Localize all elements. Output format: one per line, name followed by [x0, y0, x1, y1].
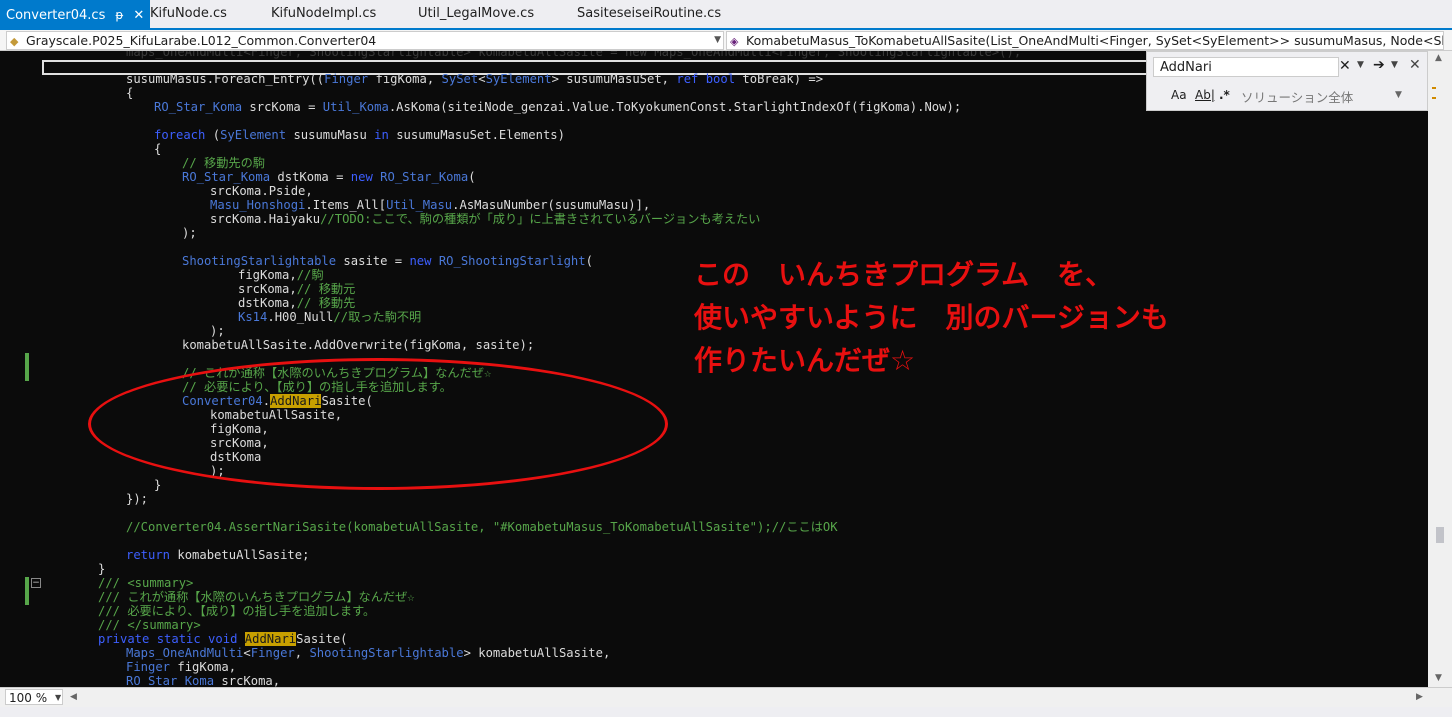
change-marker: [25, 577, 29, 605]
find-widget: AddNari ✕ ▼ ➔ ▼ ✕ Aa Ab| .* ソリューション全体 ▼: [1146, 51, 1428, 111]
chevron-down-icon[interactable]: ▼: [1391, 60, 1398, 70]
close-icon[interactable]: ✕: [133, 8, 144, 23]
code-line: {: [154, 142, 162, 156]
search-scope-dropdown[interactable]: ソリューション全体: [1241, 87, 1353, 106]
annotation-line: 使いやすいように 別のバージョンも: [694, 301, 1169, 334]
code-line: //Converter04.AssertNariSasite(komabetuA…: [126, 520, 838, 534]
code-line: /// </summary>: [98, 618, 201, 632]
pin-icon[interactable]: ᵽ: [115, 8, 123, 22]
vertical-scrollbar[interactable]: ▲ ▼: [1428, 51, 1452, 687]
tab-kifunodeimpl[interactable]: KifuNodeImpl.cs: [271, 6, 376, 21]
chevron-down-icon[interactable]: ▼: [1357, 60, 1364, 70]
code-line: srcKoma.Haiyaku//TODO:ここで、駒の種類が「成り」に上書きさ…: [210, 212, 761, 226]
clear-icon[interactable]: ✕: [1339, 58, 1351, 74]
search-match: AddNari: [244, 632, 297, 646]
member-dropdown[interactable]: ◈ KomabetuMasus_ToKomabetuAllSasite(List_…: [726, 31, 1444, 50]
tab-sasiteseiseiroutine[interactable]: SasiteseiseiRoutine.cs: [577, 6, 721, 21]
match-word-toggle[interactable]: Ab|: [1195, 88, 1215, 102]
tab-converter04[interactable]: Converter04.cs ᵽ ✕: [0, 0, 151, 28]
change-marker: [25, 353, 29, 381]
code-line: RO_Star_Koma srcKoma = Util_Koma.AsKoma(…: [154, 100, 962, 114]
editor-bottom-bar: 100 % ▼ ◀ ▶: [0, 687, 1452, 707]
code-line: dstKoma,// 移動先: [238, 296, 356, 310]
code-line: ShootingStarlightable sasite = new RO_Sh…: [182, 254, 593, 268]
code-line: // 移動先の駒: [182, 156, 265, 170]
code-line: return komabetuAllSasite;: [126, 548, 310, 562]
regex-toggle[interactable]: .*: [1219, 88, 1230, 102]
annotation-line: この いんちきプログラム を、: [694, 258, 1114, 291]
code-line: foreach (SyElement susumuMasu in susumuM…: [154, 128, 565, 142]
code-line: }: [154, 478, 162, 492]
output-panel-strip: [0, 707, 1452, 717]
code-line: susumuMasus.Foreach_Entry((Finger figKom…: [126, 72, 824, 86]
code-line: Masu_Honshogi.Items_All[Util_Masu.AsMasu…: [210, 198, 651, 212]
project-dropdown-label: Grayscale.P025_KifuLarabe.L012_Common.Co…: [26, 33, 377, 48]
code-line: );: [182, 226, 197, 240]
code-line: komabetuAllSasite.AddOverwrite(figKoma, …: [182, 338, 535, 352]
method-icon: ◈: [730, 35, 739, 48]
code-line: Maps_OneAndMulti<Finger, ShootingStarlig…: [126, 646, 611, 660]
code-line: maps_OneAndMulti<Finger, ShootingStarlig…: [126, 51, 1022, 59]
member-dropdown-label: KomabetuMasus_ToKomabetuAllSasite(List_O…: [746, 33, 1444, 48]
annotation-line: 作りたいんだぜ☆: [694, 344, 916, 377]
class-icon: ◆: [10, 35, 19, 48]
project-dropdown[interactable]: ◆ Grayscale.P025_KifuLarabe.L012_Common.C…: [6, 31, 724, 50]
code-line: /// 必要により、【成り】の指し手を追加します。: [98, 604, 376, 618]
code-line: );: [210, 324, 225, 338]
annotation-ellipse: [88, 358, 668, 490]
code-line: }: [98, 562, 106, 576]
code-line: });: [126, 492, 149, 506]
code-line: Ks14.H00_Null//取った駒不明: [238, 310, 422, 324]
annotation-text: この いんちきプログラム を、使いやすいように 別のバージョンも 作りたいんだぜ☆: [694, 253, 1169, 382]
code-line: /// これが通称【水際のいんちきプログラム】なんだぜ☆: [98, 590, 415, 604]
tab-label: Converter04.cs: [6, 8, 106, 23]
chevron-down-icon[interactable]: ▼: [1395, 90, 1402, 100]
chevron-down-icon: ▼: [714, 35, 721, 45]
match-case-toggle[interactable]: Aa: [1171, 88, 1187, 102]
chevron-down-icon[interactable]: ▼: [55, 693, 61, 702]
code-line: srcKoma,// 移動元: [238, 282, 356, 296]
close-icon[interactable]: ✕: [1409, 57, 1421, 73]
code-line: RO_Star_Koma srcKoma,: [126, 674, 281, 687]
collapse-icon[interactable]: −: [31, 578, 41, 588]
code-line: srcKoma.Pside,: [210, 184, 313, 198]
scroll-thumb[interactable]: [1436, 527, 1444, 543]
code-line: /// <summary>: [98, 576, 194, 590]
code-line: {: [126, 86, 134, 100]
tab-util-legalmove[interactable]: Util_LegalMove.cs: [418, 6, 534, 21]
find-input[interactable]: AddNari: [1153, 57, 1339, 77]
scroll-down-icon[interactable]: ▼: [1435, 673, 1442, 683]
code-line: figKoma,//駒: [238, 268, 324, 282]
tab-kifunode[interactable]: KifuNode.cs: [150, 6, 227, 21]
find-next-arrow-icon[interactable]: ➔: [1373, 57, 1385, 73]
navigation-bar: ◆ Grayscale.P025_KifuLarabe.L012_Common.C…: [0, 30, 1452, 51]
document-tab-bar: Converter04.cs ᵽ ✕ KifuNode.cs KifuNodeImp…: [0, 0, 1452, 30]
code-line: private static void AddNariSasite(: [98, 632, 348, 646]
code-line: RO_Star_Koma dstKoma = new RO_Star_Koma(: [182, 170, 476, 184]
scroll-left-icon[interactable]: ◀: [70, 692, 77, 702]
scroll-right-icon[interactable]: ▶: [1416, 692, 1423, 702]
code-line: Finger figKoma,: [126, 660, 237, 674]
match-marker: [1432, 97, 1436, 99]
scroll-up-icon[interactable]: ▲: [1435, 53, 1442, 63]
match-marker: [1432, 87, 1436, 89]
